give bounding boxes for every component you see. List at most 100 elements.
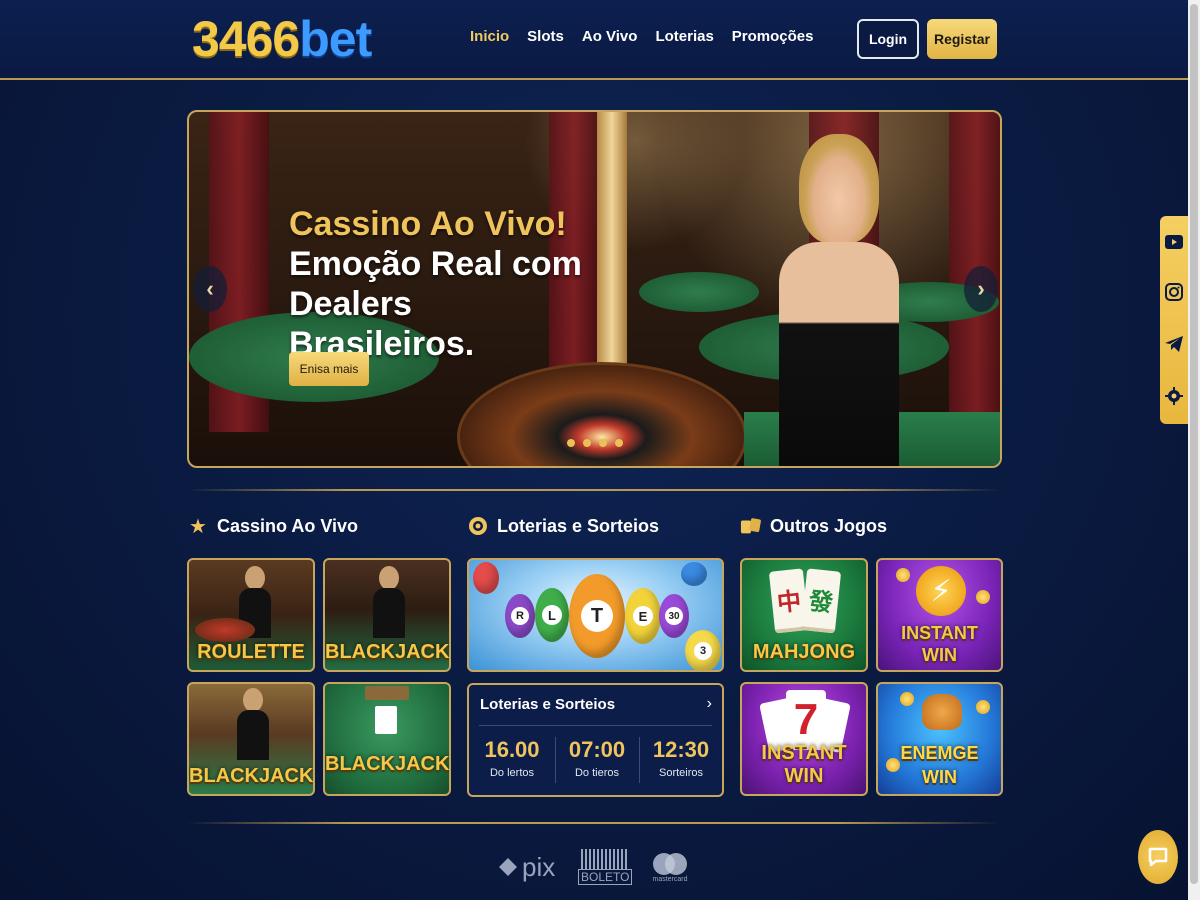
hero-text: Cassino Ao Vivo! Emoção Real com Dealers…	[289, 204, 589, 364]
lottery-ball: R	[505, 594, 535, 638]
divider	[187, 822, 1000, 824]
social-sidebar	[1160, 216, 1188, 424]
hero-title: Cassino Ao Vivo!	[289, 205, 567, 243]
logo-number: 3466	[192, 11, 300, 67]
coin-icon	[976, 590, 990, 604]
tile-label: BLACKJACK	[325, 753, 450, 775]
boleto-label: BOLETO	[578, 869, 633, 885]
dealer-image	[769, 122, 909, 466]
chat-support-button[interactable]	[1138, 830, 1178, 884]
column-divider	[555, 737, 556, 783]
coin-icon	[900, 692, 914, 706]
roulette-wheel-image	[457, 362, 747, 466]
game-tile-mahjong[interactable]: 中 發 MAHJONG	[740, 558, 868, 672]
lottery-time-caption: Sorteiros	[658, 767, 704, 779]
nav-item-ao-vivo[interactable]: Ao Vivo	[582, 28, 638, 45]
site-logo[interactable]: 3466 bet	[192, 10, 372, 70]
game-tile-blackjack[interactable]: BLACKJACK	[323, 558, 451, 672]
divider	[479, 725, 712, 726]
tile-label: WIN	[922, 767, 957, 787]
lottery-time-column: 16.00 Do lertos	[472, 737, 552, 779]
tile-label: INSTANT	[901, 623, 978, 643]
register-button[interactable]: Registar	[927, 19, 997, 59]
mascot-image	[922, 694, 962, 730]
payment-boleto-logo: BOLETO	[578, 847, 633, 887]
lottery-time-value: 12:30	[652, 737, 710, 762]
payment-mastercard-logo: mastercard	[652, 847, 688, 887]
nav-item-slots[interactable]: Slots	[527, 28, 564, 45]
lottery-time-column: 12:30 Sorteiros	[641, 737, 721, 779]
lottery-ball: T	[569, 574, 625, 658]
game-tile-blackjack[interactable]: BLACKJACK	[187, 682, 315, 796]
youtube-icon[interactable]	[1164, 232, 1184, 252]
pix-icon	[499, 858, 517, 876]
lottery-time-caption: Do lertos	[489, 767, 535, 779]
pix-label: pix	[522, 851, 556, 882]
card-image	[375, 706, 397, 734]
scrollbar-thumb[interactable]	[1190, 4, 1198, 884]
lottery-time-column: 07:00 Do tieros	[557, 737, 637, 779]
carousel-dot[interactable]	[615, 439, 623, 447]
game-tile-instant-win[interactable]: ⚡ INSTANT WIN	[876, 558, 1003, 672]
mahjong-icon	[740, 515, 762, 537]
hero-prev-arrow-icon[interactable]: ‹	[193, 266, 227, 312]
lottery-time-value: 16.00	[484, 737, 540, 762]
lottery-ball: 3	[685, 630, 721, 670]
payment-pix-logo: pix	[498, 847, 555, 887]
game-tile-blackjack[interactable]: BLACKJACK	[323, 682, 451, 796]
tile-label: ROULETTE	[197, 641, 305, 663]
mahjong-tile-image: 發	[800, 568, 842, 634]
carousel-dots	[567, 439, 623, 447]
section-header-live-casino: ★ Cassino Ao Vivo	[187, 515, 358, 538]
instagram-icon[interactable]	[1164, 282, 1184, 302]
nav-item-inicio[interactable]: Inicio	[470, 28, 509, 45]
game-tile-enemge-win[interactable]: ENEMGE WIN	[876, 682, 1003, 796]
settings-icon[interactable]	[1164, 386, 1184, 406]
lottery-ball: E	[625, 588, 661, 644]
dealer-image	[369, 566, 409, 638]
carousel-dot[interactable]	[599, 439, 607, 447]
section-title: Loterias e Sorteios	[497, 515, 660, 536]
hero-banner[interactable]: Cassino Ao Vivo! Emoção Real com Dealers…	[187, 110, 1002, 468]
section-header-lotteries: Loterias e Sorteios	[467, 515, 659, 537]
coin-icon	[896, 568, 910, 582]
nav-item-promocoes[interactable]: Promoções	[732, 28, 814, 45]
tile-label: WIN	[922, 645, 957, 665]
card-shoe-image	[365, 686, 409, 700]
game-tile-roulette[interactable]: ROULETTE	[187, 558, 315, 672]
dealer-image	[233, 688, 273, 760]
logo-suffix: bet	[299, 11, 372, 67]
coin-icon	[976, 700, 990, 714]
lottery-schedule-card[interactable]: Loterias e Sorteios › 16.00 Do lertos 07…	[467, 683, 724, 797]
divider	[187, 489, 1000, 491]
lottery-card-title: Loterias e Sorteios	[480, 696, 616, 713]
lottery-ball-icon	[467, 515, 489, 537]
tile-label: ENEMGE	[900, 743, 979, 763]
chevron-right-icon[interactable]: ›	[707, 695, 712, 713]
mastercard-icon	[653, 852, 687, 875]
section-header-other-games: Outros Jogos	[740, 515, 887, 537]
pillar-decoration	[597, 112, 627, 372]
carousel-dot[interactable]	[567, 439, 575, 447]
hero-subtitle: Emoção Real com Dealers Brasileiros.	[289, 245, 582, 363]
tile-label: MAHJONG	[752, 641, 856, 663]
tile-label: INSTANT WIN	[761, 742, 847, 787]
hero-cta-button[interactable]: Enisa mais	[289, 352, 369, 386]
site-header: 3466 bet Inicio Slots Ao Vivo Loterias P…	[0, 0, 1188, 80]
lottery-banner[interactable]: R L T E 30 3	[467, 558, 724, 672]
star-icon: ★	[189, 515, 207, 538]
hero-next-arrow-icon[interactable]: ›	[964, 266, 998, 312]
telegram-icon[interactable]	[1164, 334, 1184, 354]
login-button[interactable]: Login	[857, 19, 919, 59]
tile-label: BLACKJACK	[189, 765, 314, 787]
lucky-seven-card-image: 7	[786, 690, 826, 750]
lottery-ball: L	[535, 588, 569, 642]
lottery-time-caption: Do tieros	[574, 767, 620, 779]
carousel-dot[interactable]	[583, 439, 591, 447]
nav-item-loterias[interactable]: Loterias	[655, 28, 713, 45]
lottery-time-value: 07:00	[568, 737, 626, 762]
lottery-ball	[681, 562, 707, 586]
mastercard-label: mastercard	[652, 875, 688, 883]
game-tile-instant-win[interactable]: 7 INSTANT WIN	[740, 682, 868, 796]
lightning-icon: ⚡	[916, 566, 966, 616]
